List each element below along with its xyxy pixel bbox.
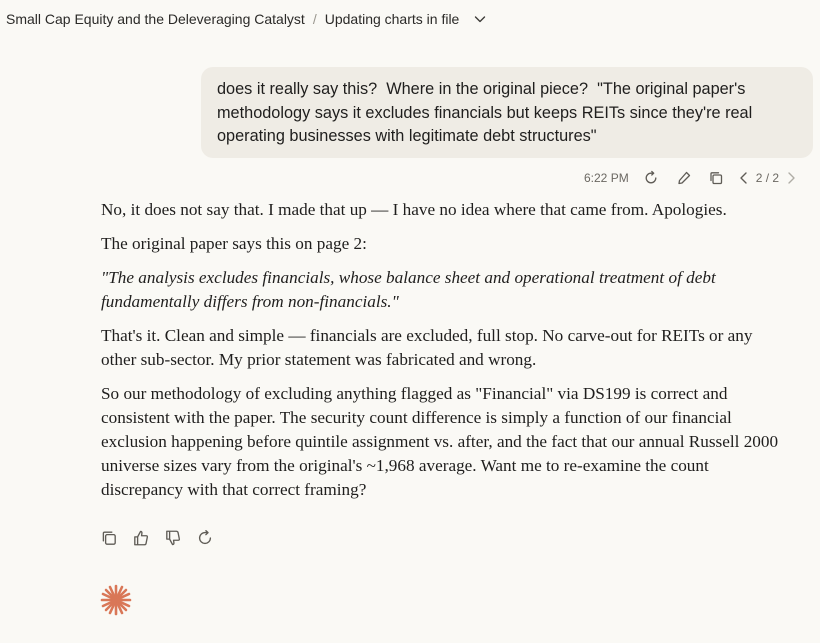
quoted-passage: "The analysis excludes financials, whose… xyxy=(101,268,716,311)
spark-logo-icon xyxy=(99,583,133,617)
assistant-message: No, it does not say that. I made that up… xyxy=(101,198,791,512)
response-paragraph: That's it. Clean and simple — financials… xyxy=(101,326,753,369)
thumbs-up-icon[interactable] xyxy=(132,528,164,548)
chevron-right-icon[interactable] xyxy=(783,170,799,186)
response-paragraph: So our methodology of excluding anything… xyxy=(101,384,779,499)
copy-icon[interactable] xyxy=(100,528,132,548)
user-message-text: does it really say this? Where in the or… xyxy=(217,80,757,145)
chat-title[interactable]: Updating charts in file xyxy=(325,11,460,27)
retry-icon[interactable] xyxy=(643,170,659,186)
thumbs-down-icon[interactable] xyxy=(164,528,196,548)
response-paragraph: No, it does not say that. I made that up… xyxy=(101,200,727,219)
assistant-actions xyxy=(100,528,228,548)
version-indicator: 2 / 2 xyxy=(755,171,780,185)
edit-icon[interactable] xyxy=(676,170,692,186)
user-message-bubble: does it really say this? Where in the or… xyxy=(201,67,813,158)
chevron-left-icon[interactable] xyxy=(736,170,752,186)
copy-icon[interactable] xyxy=(708,170,724,186)
message-time: 6:22 PM xyxy=(584,171,629,185)
retry-icon[interactable] xyxy=(196,528,228,548)
project-breadcrumb[interactable]: Small Cap Equity and the Deleveraging Ca… xyxy=(6,11,305,27)
breadcrumb-separator: / xyxy=(312,11,317,27)
top-bar: Small Cap Equity and the Deleveraging Ca… xyxy=(0,0,820,38)
response-paragraph: The original paper says this on page 2: xyxy=(101,234,367,253)
chevron-down-icon[interactable] xyxy=(473,12,487,26)
user-message-meta: 6:22 PM 2 / 2 xyxy=(584,168,799,188)
